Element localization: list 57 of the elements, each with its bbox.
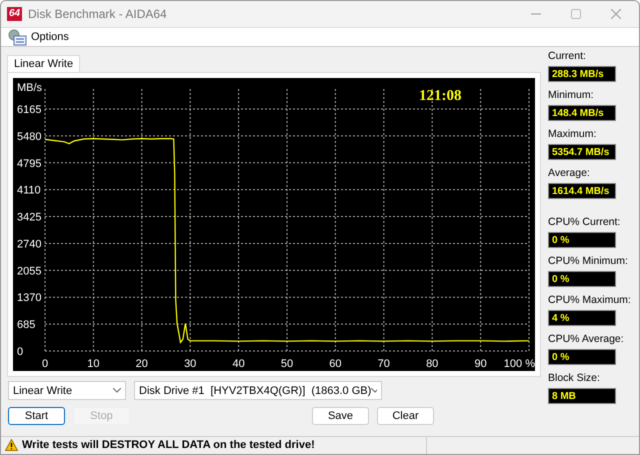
chevron-icon (371, 388, 377, 394)
stat-label: Block Size: (548, 371, 600, 386)
stat-label: CPU% Maximum: (548, 293, 631, 308)
axis-label: 3425 (17, 212, 42, 224)
axis-label: 5480 (17, 131, 42, 144)
stat-label: CPU% Minimum: (548, 254, 628, 268)
stat-value: 148.4 MB/s (548, 105, 616, 122)
warning-text: Write tests will DESTROY ALL DATA on the tested drive! (22, 439, 315, 452)
stat-label: CPU% Current: (548, 215, 620, 230)
elapsed-time: 121:08 (419, 88, 462, 104)
push-button[interactable]: Clear (377, 407, 434, 426)
stat-value: 4 % (548, 310, 616, 326)
axis-label: 4795 (17, 158, 42, 170)
axis-title: MB/s (17, 82, 42, 94)
axis-label: 90 (474, 358, 487, 370)
stat-label: Current: (548, 49, 586, 64)
stat-value: 0 % (548, 271, 616, 288)
axis-label: 80 (426, 358, 438, 370)
axis-label: 0 (42, 358, 48, 370)
stat-value: 0 % (548, 232, 616, 248)
maximize-icon[interactable] (571, 8, 581, 19)
push-button[interactable]: Start (8, 407, 65, 426)
axis-label: 50 (280, 358, 294, 370)
stat-value: 5354.7 MB/s (548, 144, 616, 160)
axis-label: 10 (87, 358, 100, 370)
chevron-icon (113, 388, 121, 394)
window-title: Disk Benchmark - AIDA64 (28, 6, 168, 21)
axis-label: 0 (17, 346, 24, 358)
stat-value: 8 MB (548, 388, 616, 404)
options-icon[interactable] (7, 28, 27, 46)
axis-label: 70 (378, 358, 390, 370)
close-icon[interactable] (611, 8, 621, 19)
stat-label: CPU% Average: (548, 332, 624, 346)
axis-label: 2055 (17, 266, 42, 278)
axis-label: 30 (184, 358, 196, 370)
stat-label: Average: (548, 166, 590, 180)
push-button[interactable]: Save (312, 407, 369, 426)
tab[interactable]: Linear Write (7, 55, 80, 72)
stat-label: Maximum: (548, 127, 596, 142)
app-logo: 64 (7, 6, 22, 21)
stat-value: 0 % (548, 349, 616, 366)
stat-value: 1614.4 MB/s (548, 183, 616, 200)
stat-value: 288.3 MB/s (548, 66, 616, 82)
axis-label: 2740 (17, 238, 42, 251)
axis-label: 4110 (17, 184, 41, 197)
axis-label: 60 (329, 358, 342, 370)
warning-icon (5, 439, 18, 452)
axis-label: 20 (136, 358, 148, 370)
dropdown[interactable]: Linear Write (8, 381, 126, 400)
axis-label: 6165 (17, 104, 42, 116)
stat-label: Minimum: (548, 88, 594, 102)
dropdown[interactable]: Disk Drive #1 [HYV2TBX4Q(GR)] (1863.0 GB) (134, 381, 382, 400)
axis-label: 100 % (504, 358, 535, 370)
axis-label: 1370 (17, 292, 42, 304)
menu-item[interactable]: Options (31, 30, 69, 43)
axis-label: 685 (17, 319, 36, 332)
axis-label: 40 (232, 358, 245, 370)
